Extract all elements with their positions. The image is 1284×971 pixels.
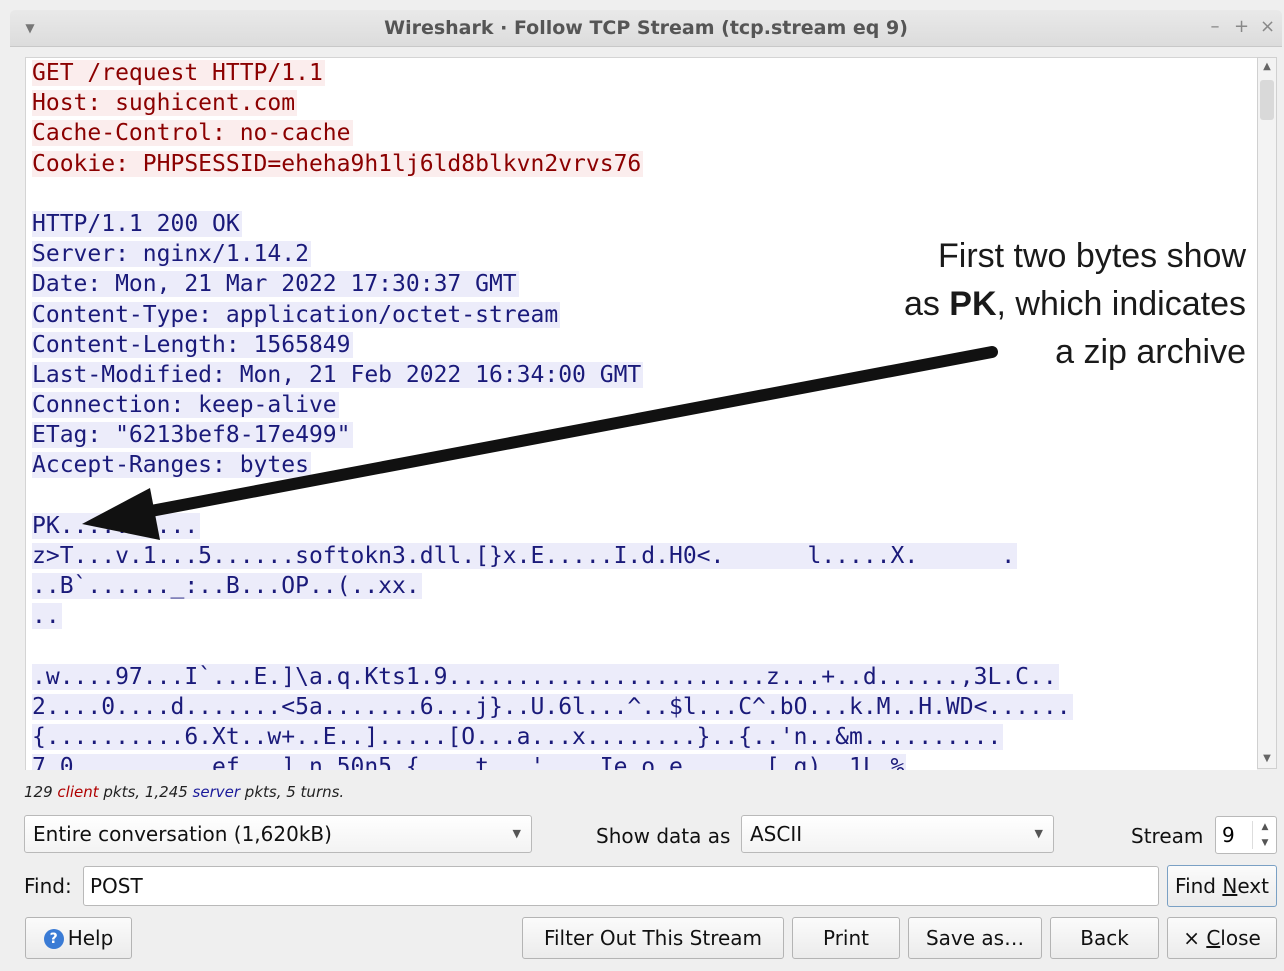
stream-line-text: GET /request HTTP/1.1	[32, 60, 325, 86]
conversation-select[interactable]: Entire conversation (1,620kB) ▼	[24, 815, 532, 853]
stream-blank-line	[26, 179, 1257, 209]
print-button[interactable]: Print	[792, 917, 900, 959]
scroll-down-arrow-icon[interactable]: ▼	[1258, 750, 1276, 768]
stream-number-spinbox[interactable]: 9 ▲ ▼	[1215, 816, 1277, 854]
stream-line-text: Accept-Ranges: bytes	[32, 452, 311, 479]
find-input[interactable]: POST	[83, 866, 1159, 906]
packet-summary: 129 client pkts, 1,245 server pkts, 5 tu…	[24, 783, 345, 801]
stream-line-server: .w....97...I`...E.]\a.q.Kts1.9..........…	[26, 662, 1257, 692]
stream-line-text	[32, 181, 34, 207]
chevron-down-icon: ▼	[512, 827, 521, 840]
stream-line-text: Content-Type: application/octet-stream	[32, 301, 561, 328]
stream-line-text: ETag: "6213bef8-17e499"	[32, 422, 353, 449]
stream-line-text: z>T...v.1...5......softokn3.dll.[}x.E...…	[32, 543, 1018, 569]
stream-line-text	[32, 483, 34, 509]
close-button[interactable]: × Close	[1167, 917, 1277, 959]
stream-line-text: Cookie: PHPSESSID=eheha9h1lj6ld8blkvn2vr…	[32, 150, 644, 177]
stream-line-text: HTTP/1.1 200 OK	[32, 210, 242, 237]
window-controls: – + ×	[1208, 16, 1276, 38]
stream-line-text: ..	[32, 603, 62, 630]
stream-blank-line	[26, 481, 1257, 511]
stream-line-text: Content-Length: 1565849	[32, 331, 353, 358]
stream-line-text: .w....97...I`...E.]\a.q.Kts1.9..........…	[32, 663, 1059, 690]
stream-line-server: ..B`......_:..B...OP..(..xx.	[26, 571, 1257, 601]
stream-text-area[interactable]: GET /request HTTP/1.1 Host: sughicent.com…	[25, 57, 1257, 770]
conversation-select-value: Entire conversation (1,620kB)	[33, 822, 332, 846]
title-bar[interactable]: ▼ Wireshark · Follow TCP Stream (tcp.str…	[10, 10, 1282, 47]
stream-line-text: {..........6.Xt..w+..E..].....[O...a...x…	[32, 724, 1004, 751]
minimize-icon[interactable]: –	[1208, 16, 1222, 38]
stream-line-server: PK..........	[26, 511, 1257, 541]
stream-line-text: Date: Mon, 21 Mar 2022 17:30:37 GMT	[32, 271, 519, 298]
stream-line-text: Host: sughicent.com	[32, 90, 298, 117]
annotation-callout: First two bytes show as PK, which indica…	[780, 232, 1246, 376]
back-button[interactable]: Back	[1050, 917, 1159, 959]
annotation-line-2: as PK, which indicates	[903, 285, 1246, 323]
scroll-thumb[interactable]	[1260, 80, 1274, 120]
scroll-up-arrow-icon[interactable]: ▲	[1258, 58, 1276, 76]
stream-line-server: 7.0..........ef...].n.50n5.{....t...'...…	[26, 752, 1257, 770]
stream-line-text: PK..........	[32, 512, 201, 539]
stream-blank-line	[26, 632, 1257, 662]
window-title: Wireshark · Follow TCP Stream (tcp.strea…	[384, 17, 908, 39]
spin-divider	[1252, 821, 1253, 849]
stream-line-client: Host: sughicent.com	[26, 88, 1257, 118]
stream-line-text: 2....0....d.......<5a.......6...j}..U.6l…	[32, 693, 1073, 720]
close-window-icon[interactable]: ×	[1260, 16, 1275, 38]
stream-line-text: Cache-Control: no-cache	[32, 120, 353, 147]
filter-out-stream-button[interactable]: Filter Out This Stream	[522, 917, 784, 959]
annotation-line-3: a zip archive	[1055, 333, 1246, 371]
stream-line-text: Server: nginx/1.14.2	[32, 241, 311, 268]
stream-line-client: Cache-Control: no-cache	[26, 118, 1257, 148]
save-as-button[interactable]: Save as…	[908, 917, 1042, 959]
stream-line-client: GET /request HTTP/1.1	[26, 58, 1257, 88]
stream-line-server: ..	[26, 601, 1257, 631]
chevron-down-icon: ▼	[1034, 827, 1043, 840]
help-icon: ?	[43, 929, 64, 949]
stream-line-text: Connection: keep-alive	[32, 392, 339, 419]
stream-number-value: 9	[1222, 823, 1235, 847]
stream-line-server: Accept-Ranges: bytes	[26, 450, 1257, 480]
annotation-line-1: First two bytes show	[938, 237, 1246, 275]
spin-up-icon[interactable]: ▲	[1258, 819, 1272, 835]
maximize-icon[interactable]: +	[1234, 16, 1249, 38]
stream-line-server: ETag: "6213bef8-17e499"	[26, 420, 1257, 450]
show-data-as-value: ASCII	[750, 822, 803, 846]
stream-line-text	[32, 634, 34, 660]
stream-line-client: Cookie: PHPSESSID=eheha9h1lj6ld8blkvn2vr…	[26, 149, 1257, 179]
stream-line-text: Last-Modified: Mon, 21 Feb 2022 16:34:00…	[32, 361, 644, 388]
follow-stream-window: ▼ Wireshark · Follow TCP Stream (tcp.str…	[0, 0, 1284, 971]
find-next-button[interactable]: Find Next	[1167, 865, 1277, 907]
show-data-label: Show data as	[596, 824, 731, 848]
show-data-as-select[interactable]: ASCII ▼	[741, 815, 1054, 853]
stream-line-text: 7.0..........ef...].n.50n5.{....t...'...…	[32, 754, 907, 770]
stream-label: Stream	[1131, 824, 1204, 848]
stream-line-server: 2....0....d.......<5a.......6...j}..U.6l…	[26, 692, 1257, 722]
stream-line-text: ..B`......_:..B...OP..(..xx.	[32, 573, 422, 600]
spin-down-icon[interactable]: ▼	[1258, 835, 1272, 851]
close-icon: ×	[1183, 926, 1200, 950]
help-button[interactable]: ? Help	[25, 917, 132, 959]
find-label: Find:	[24, 874, 72, 898]
stream-line-server: {..........6.Xt..w+..E..].....[O...a...x…	[26, 722, 1257, 752]
stream-line-server: z>T...v.1...5......softokn3.dll.[}x.E...…	[26, 541, 1257, 571]
stream-line-server: Connection: keep-alive	[26, 390, 1257, 420]
vertical-scrollbar[interactable]: ▲ ▼	[1257, 57, 1277, 769]
